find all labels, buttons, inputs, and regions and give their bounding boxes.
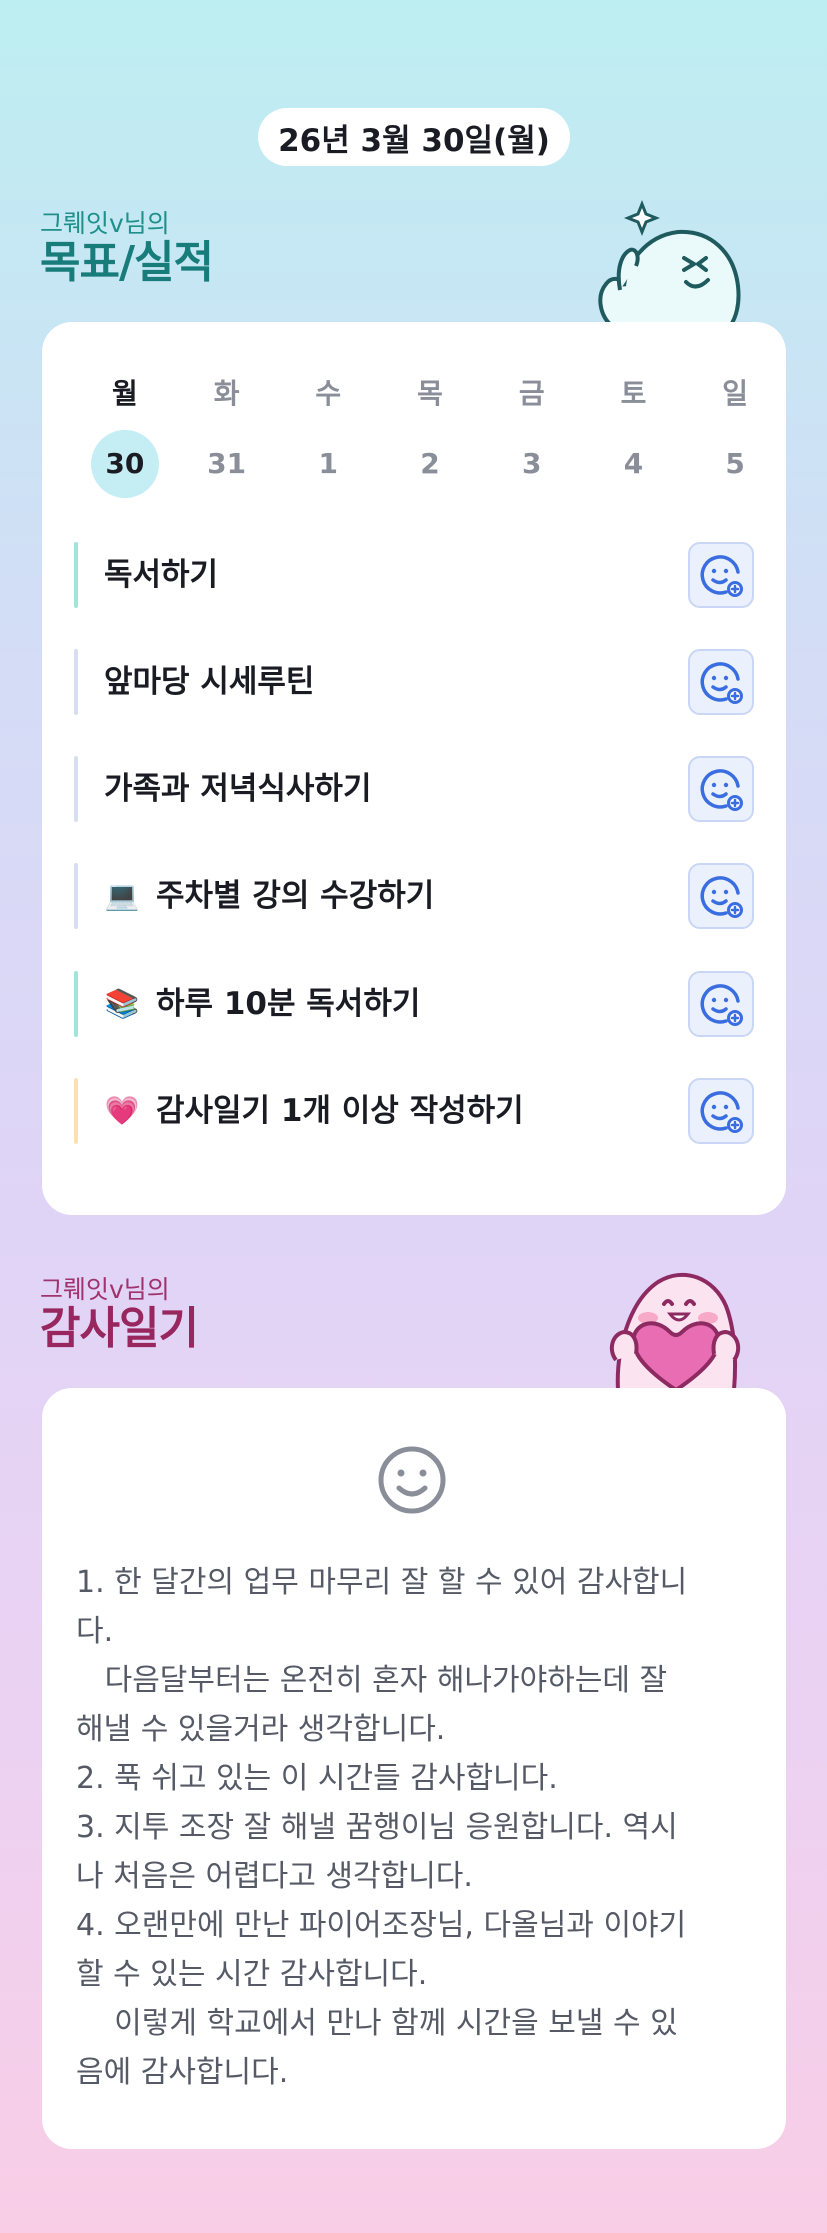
goal-label: 감사일기 1개 이상 작성하기 xyxy=(156,1093,524,1129)
goal-label: 앞마당 시세루틴 xyxy=(104,664,315,700)
date-pill[interactable]: 26년 3월 30일(월) xyxy=(258,108,570,166)
week-selector: 월 화 수 목 금 토 일 30 31 1 2 3 4 5 xyxy=(74,374,786,498)
gratitude-subtitle: 그뤠잇v님의 xyxy=(40,1275,170,1304)
goal-indicator-bar xyxy=(74,863,78,929)
date-number: 5 xyxy=(725,447,745,480)
date-2[interactable]: 2 xyxy=(379,430,481,498)
goal-label: 하루 10분 독서하기 xyxy=(156,986,421,1022)
goal-text: 가족과 저녁식사하기 xyxy=(104,756,371,822)
goal-reaction-button[interactable] xyxy=(688,542,754,608)
smile-face-add-icon xyxy=(700,984,743,1026)
goal-reaction-button[interactable] xyxy=(688,863,754,929)
goal-text: 독서하기 xyxy=(104,542,218,608)
goal-reaction-button[interactable] xyxy=(688,971,754,1037)
goal-item[interactable]: 가족과 저녁식사하기 xyxy=(74,756,754,822)
goal-reaction-button[interactable] xyxy=(688,756,754,822)
smile-face-add-icon xyxy=(700,769,743,811)
gratitude-card: 1. 한 달간의 업무 마무리 잘 할 수 있어 감사합니 다. 다음달부터는 … xyxy=(42,1388,786,2149)
gratitude-section-header: 그뤠잇v님의 감사일기 xyxy=(40,1275,199,1354)
goal-item[interactable]: 앞마당 시세루틴 xyxy=(74,649,754,715)
goal-reaction-button[interactable] xyxy=(688,1078,754,1144)
date-number: 31 xyxy=(207,447,247,480)
date-number: 4 xyxy=(623,447,644,480)
day-name-mon: 월 xyxy=(111,377,138,410)
day-name-sun: 일 xyxy=(722,377,749,410)
date-number: 3 xyxy=(521,447,542,480)
goal-item[interactable]: 💗 감사일기 1개 이상 작성하기 xyxy=(74,1078,754,1144)
date-5[interactable]: 5 xyxy=(684,430,786,498)
goal-indicator-bar xyxy=(74,649,78,715)
goals-card: 월 화 수 목 금 토 일 30 31 1 2 3 4 5 독서하기앞마당 시세… xyxy=(42,322,786,1215)
goal-item[interactable]: 📚 하루 10분 독서하기 xyxy=(74,971,754,1037)
smile-face-add-icon xyxy=(700,555,743,597)
gratitude-journal-text: 1. 한 달간의 업무 마무리 잘 할 수 있어 감사합니 다. 다음달부터는 … xyxy=(76,1565,688,2090)
smile-face-add-icon xyxy=(700,1091,743,1133)
goal-emoji-icon: 📚 xyxy=(104,987,140,1020)
date-number: 2 xyxy=(420,447,440,480)
goal-item[interactable]: 독서하기 xyxy=(74,542,754,608)
date-30-selected[interactable]: 30 xyxy=(74,430,176,498)
date-4[interactable]: 4 xyxy=(583,430,685,498)
date-number: 1 xyxy=(318,447,339,480)
mint-mascot-illustration xyxy=(598,199,741,326)
goal-item[interactable]: 💻 주차별 강의 수강하기 xyxy=(74,863,754,929)
goal-text: 💗 감사일기 1개 이상 작성하기 xyxy=(104,1078,524,1144)
goals-subtitle: 그뤠잇v님의 xyxy=(40,209,170,238)
goals-title: 목표/실적 xyxy=(40,237,214,288)
day-name-wed: 수 xyxy=(315,377,342,410)
date-31[interactable]: 31 xyxy=(176,430,278,498)
goal-label: 주차별 강의 수강하기 xyxy=(156,878,435,914)
goal-label: 가족과 저녁식사하기 xyxy=(104,771,372,807)
date-number: 30 xyxy=(90,430,159,498)
smile-face-add-icon xyxy=(700,662,743,704)
goal-indicator-bar xyxy=(74,756,78,822)
day-name-sat: 토 xyxy=(620,377,647,410)
smile-face-add-icon xyxy=(700,876,743,918)
goal-label: 독서하기 xyxy=(104,557,219,593)
gratitude-title: 감사일기 xyxy=(40,1303,199,1354)
date-3[interactable]: 3 xyxy=(481,430,583,498)
goal-emoji-icon: 💗 xyxy=(104,1094,140,1127)
pink-mascot-illustration xyxy=(609,1272,741,1390)
goal-emoji-icon: 💻 xyxy=(104,879,140,912)
goal-indicator-bar xyxy=(74,542,78,608)
goal-indicator-bar xyxy=(74,971,78,1037)
goal-text: 💻 주차별 강의 수강하기 xyxy=(104,863,435,929)
day-name-tue: 화 xyxy=(213,377,240,410)
goal-indicator-bar xyxy=(74,1078,78,1144)
day-name-thu: 목 xyxy=(417,377,443,410)
goals-section-header: 그뤠잇v님의 목표/실적 xyxy=(40,209,214,288)
goal-text: 📚 하루 10분 독서하기 xyxy=(104,971,421,1037)
date-1[interactable]: 1 xyxy=(277,430,379,498)
smile-face-icon xyxy=(378,1446,446,1514)
goal-text: 앞마당 시세루틴 xyxy=(104,649,314,715)
day-name-fri: 금 xyxy=(518,377,545,410)
goal-reaction-button[interactable] xyxy=(688,649,754,715)
